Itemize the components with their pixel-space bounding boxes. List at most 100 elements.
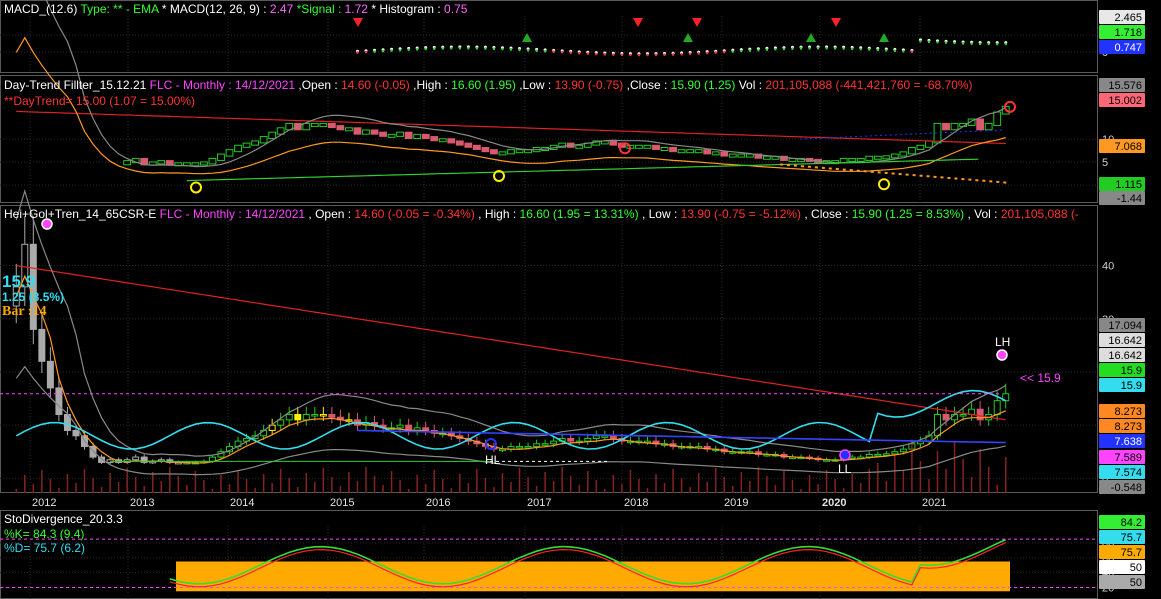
daytrend-badge: 15.576 — [1108, 80, 1142, 92]
macd-badge: 1.718 — [1114, 27, 1142, 39]
price-candle — [55, 387, 63, 416]
daytrend-candle — [993, 111, 1002, 126]
macd-header-segment: * MACD(12, 26, 9) : — [158, 2, 270, 16]
price-candle — [422, 427, 430, 431]
daytrend-candle — [191, 162, 200, 167]
daytrend-candle — [430, 136, 439, 142]
price-header-segment: , Open : — [305, 207, 355, 221]
daytrend-candle — [660, 146, 669, 151]
ll-label: LL — [838, 462, 852, 476]
daytrend-candle — [336, 125, 345, 131]
daytrend-candle — [490, 149, 498, 155]
year-label: 2020 — [822, 497, 846, 509]
daytrend-candle — [481, 146, 490, 153]
sto-badge: 75.7 — [1121, 547, 1142, 559]
bar-count: Bar :14 — [2, 304, 47, 319]
daytrend-candle — [669, 146, 677, 153]
daytrend-candle — [157, 160, 166, 165]
daytrend-header-segment: 14.60 (-0.05) — [341, 78, 410, 92]
daytrend-candle — [242, 142, 251, 148]
daytrend-value: **DayTrend= 15.00 (1.07 = 15.00%) — [4, 94, 196, 108]
price-change: 1.25 (8.5%) — [2, 290, 65, 304]
daytrend-header-segment: ,Close : — [623, 78, 671, 92]
daytrend-candle — [575, 144, 584, 149]
daytrend-candle — [643, 144, 652, 149]
daytrend-candle — [259, 136, 268, 144]
price-candle — [609, 435, 617, 439]
daytrend-header: Day-Trend Fillter_15.12.21 FLC - Monthly… — [4, 78, 973, 92]
macd-header-segment: Type: ** - EMA — [77, 2, 159, 16]
sto-badge: 75.7 — [1121, 532, 1142, 544]
value-badges: 2.465 1.718 0.747 15.576 15.002 7.068 1.115 -1.… — [1099, 10, 1145, 589]
daytrend-header-segment: 15.90 (1.25) — [670, 78, 736, 92]
sto-d-value: %D= 75.7 (6.2) — [4, 541, 86, 555]
daytrend-candle — [925, 140, 933, 148]
sto-k: %K= 84.3 (9.4) — [4, 527, 84, 541]
daytrend-header-segment: ,Low : — [515, 78, 555, 92]
daytrend-candle — [123, 160, 132, 166]
daytrend-header-segment: ,High : — [409, 78, 452, 92]
daytrend-candle — [447, 138, 456, 144]
price-candle — [959, 414, 967, 417]
daytrend-candle — [413, 133, 422, 140]
daytrend-candle — [737, 153, 746, 158]
price-badge: 16.642 — [1108, 350, 1142, 362]
daytrend-candle — [694, 149, 703, 154]
lh-label: LH — [995, 335, 1010, 349]
price-candle — [294, 414, 302, 421]
daytrend-candle — [890, 153, 899, 159]
price-candle — [550, 440, 558, 445]
price-candle — [516, 445, 524, 449]
daytrend-candle — [916, 144, 925, 150]
daytrend-candle — [873, 155, 882, 160]
price-header-segment: 16.60 (1.95 = 13.31%) — [519, 207, 639, 221]
macd-header-segment: * Histogram : — [367, 2, 445, 16]
macd-header-segment: *Signal : — [293, 2, 345, 16]
lh-marker — [996, 349, 1008, 361]
daytrend-header-segment: Day-Trend Fillter_15.12.21 — [4, 78, 147, 92]
daytrend-candle — [472, 144, 481, 150]
price-header-segment: FLC - Monthly : 14/12/2021 — [156, 207, 306, 221]
daytrend-candle — [762, 155, 771, 160]
daytrend-header-segment: ,Open : — [295, 78, 342, 92]
daytrend-candle — [899, 151, 908, 157]
price-badge: 15.9 — [1121, 365, 1142, 377]
daytrend-candle — [455, 140, 464, 146]
daytrend-candle — [464, 142, 473, 148]
price-candle — [319, 414, 327, 417]
year-label: 2019 — [724, 497, 748, 509]
price-badge: 8.273 — [1114, 421, 1142, 433]
daytrend-candle — [404, 131, 413, 140]
price-big: 15.9 — [2, 272, 36, 291]
price-badge: -0.548 — [1111, 482, 1142, 494]
price-candle — [934, 414, 941, 437]
price-badge: 7.574 — [1114, 467, 1142, 479]
daytrend-candle — [234, 144, 242, 153]
daytrend-candle — [635, 144, 643, 149]
daytrend-candle — [251, 140, 260, 146]
daytrend-candle — [498, 151, 507, 156]
macd-badge: 2.465 — [1114, 12, 1142, 24]
year-label: 2016 — [426, 497, 450, 509]
daytrend-candle — [609, 140, 618, 146]
daytrend-badge: 15.002 — [1108, 95, 1142, 107]
daytrend-candle — [515, 149, 524, 154]
daytrend-candle — [319, 122, 328, 127]
daytrend-candle — [711, 151, 720, 156]
daytrend-candle — [148, 161, 157, 166]
daytrend-candle — [165, 160, 174, 166]
daytrend-header-segment: 13.90 (-0.75) — [554, 78, 624, 92]
daytrend-candle — [745, 153, 754, 158]
daytrend-candle — [345, 127, 353, 132]
daytrend-candle — [200, 161, 208, 166]
daytrend-header-segment: FLC - Monthly : 14/12/2021 — [146, 78, 296, 92]
daytrend-badge: -1.44 — [1117, 193, 1142, 205]
price-candle — [533, 443, 541, 447]
daytrend-candle — [327, 122, 336, 129]
daytrend-candle — [217, 153, 225, 161]
daytrend-line2: **DayTrend= 15.00 (1.07 = 15.00%) — [4, 94, 195, 108]
price-candle — [524, 445, 532, 449]
price-candle — [396, 424, 404, 429]
daytrend-header-segment: Vol : — [735, 78, 766, 92]
daytrend-candle — [907, 146, 916, 155]
